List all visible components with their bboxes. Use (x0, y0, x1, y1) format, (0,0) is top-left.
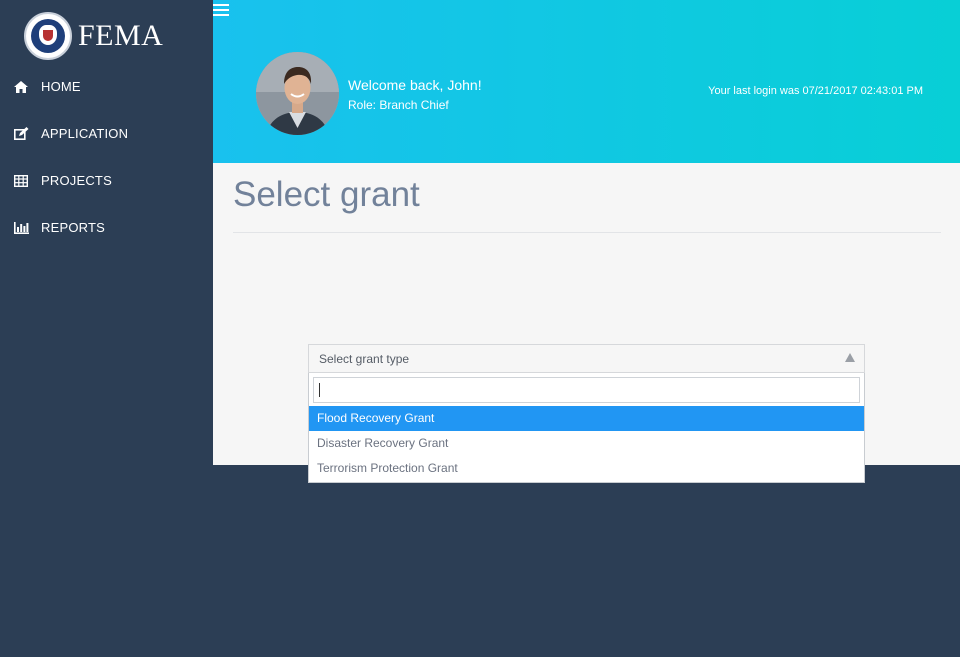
chevron-up-icon[interactable] (845, 353, 855, 362)
home-icon (14, 80, 32, 94)
title-divider (233, 232, 941, 233)
sidebar-item-label: PROJECTS (41, 173, 112, 188)
grant-type-dropdown: Flood Recovery Grant Disaster Recovery G… (308, 373, 865, 483)
option-disaster-recovery-grant[interactable]: Disaster Recovery Grant (309, 431, 864, 456)
edit-icon (14, 127, 32, 141)
dhs-seal-icon (24, 12, 72, 60)
sidebar: FEMA HOME APPLICATION PROJECTS REPORTS (0, 0, 213, 657)
dropdown-search-input[interactable] (313, 377, 860, 403)
sidebar-item-label: APPLICATION (41, 126, 129, 141)
sidebar-item-label: REPORTS (41, 220, 106, 235)
sidebar-nav: HOME APPLICATION PROJECTS REPORTS (0, 63, 213, 251)
brand-name: FEMA (78, 19, 164, 52)
sidebar-item-reports[interactable]: REPORTS (0, 204, 213, 251)
last-login-text: Your last login was 07/21/2017 02:43:01 … (708, 85, 923, 97)
bar-chart-icon (14, 221, 32, 235)
option-flood-recovery-grant[interactable]: Flood Recovery Grant (309, 406, 864, 431)
hamburger-icon[interactable] (213, 4, 229, 16)
user-role: Role: Branch Chief (348, 98, 449, 112)
sidebar-item-label: HOME (41, 79, 81, 94)
text-caret (319, 383, 320, 397)
avatar (256, 52, 339, 135)
page-title: Select grant (233, 175, 420, 214)
welcome-message: Welcome back, John! (348, 77, 482, 93)
fema-logo[interactable]: FEMA (24, 12, 163, 60)
grant-type-select[interactable]: Select grant type (308, 344, 865, 373)
option-terrorism-protection-grant[interactable]: Terrorism Protection Grant (309, 456, 864, 481)
table-icon (14, 174, 32, 188)
sidebar-item-home[interactable]: HOME (0, 63, 213, 110)
sidebar-item-application[interactable]: APPLICATION (0, 110, 213, 157)
header: Welcome back, John! Role: Branch Chief Y… (213, 0, 960, 163)
select-placeholder: Select grant type (319, 352, 410, 366)
sidebar-item-projects[interactable]: PROJECTS (0, 157, 213, 204)
